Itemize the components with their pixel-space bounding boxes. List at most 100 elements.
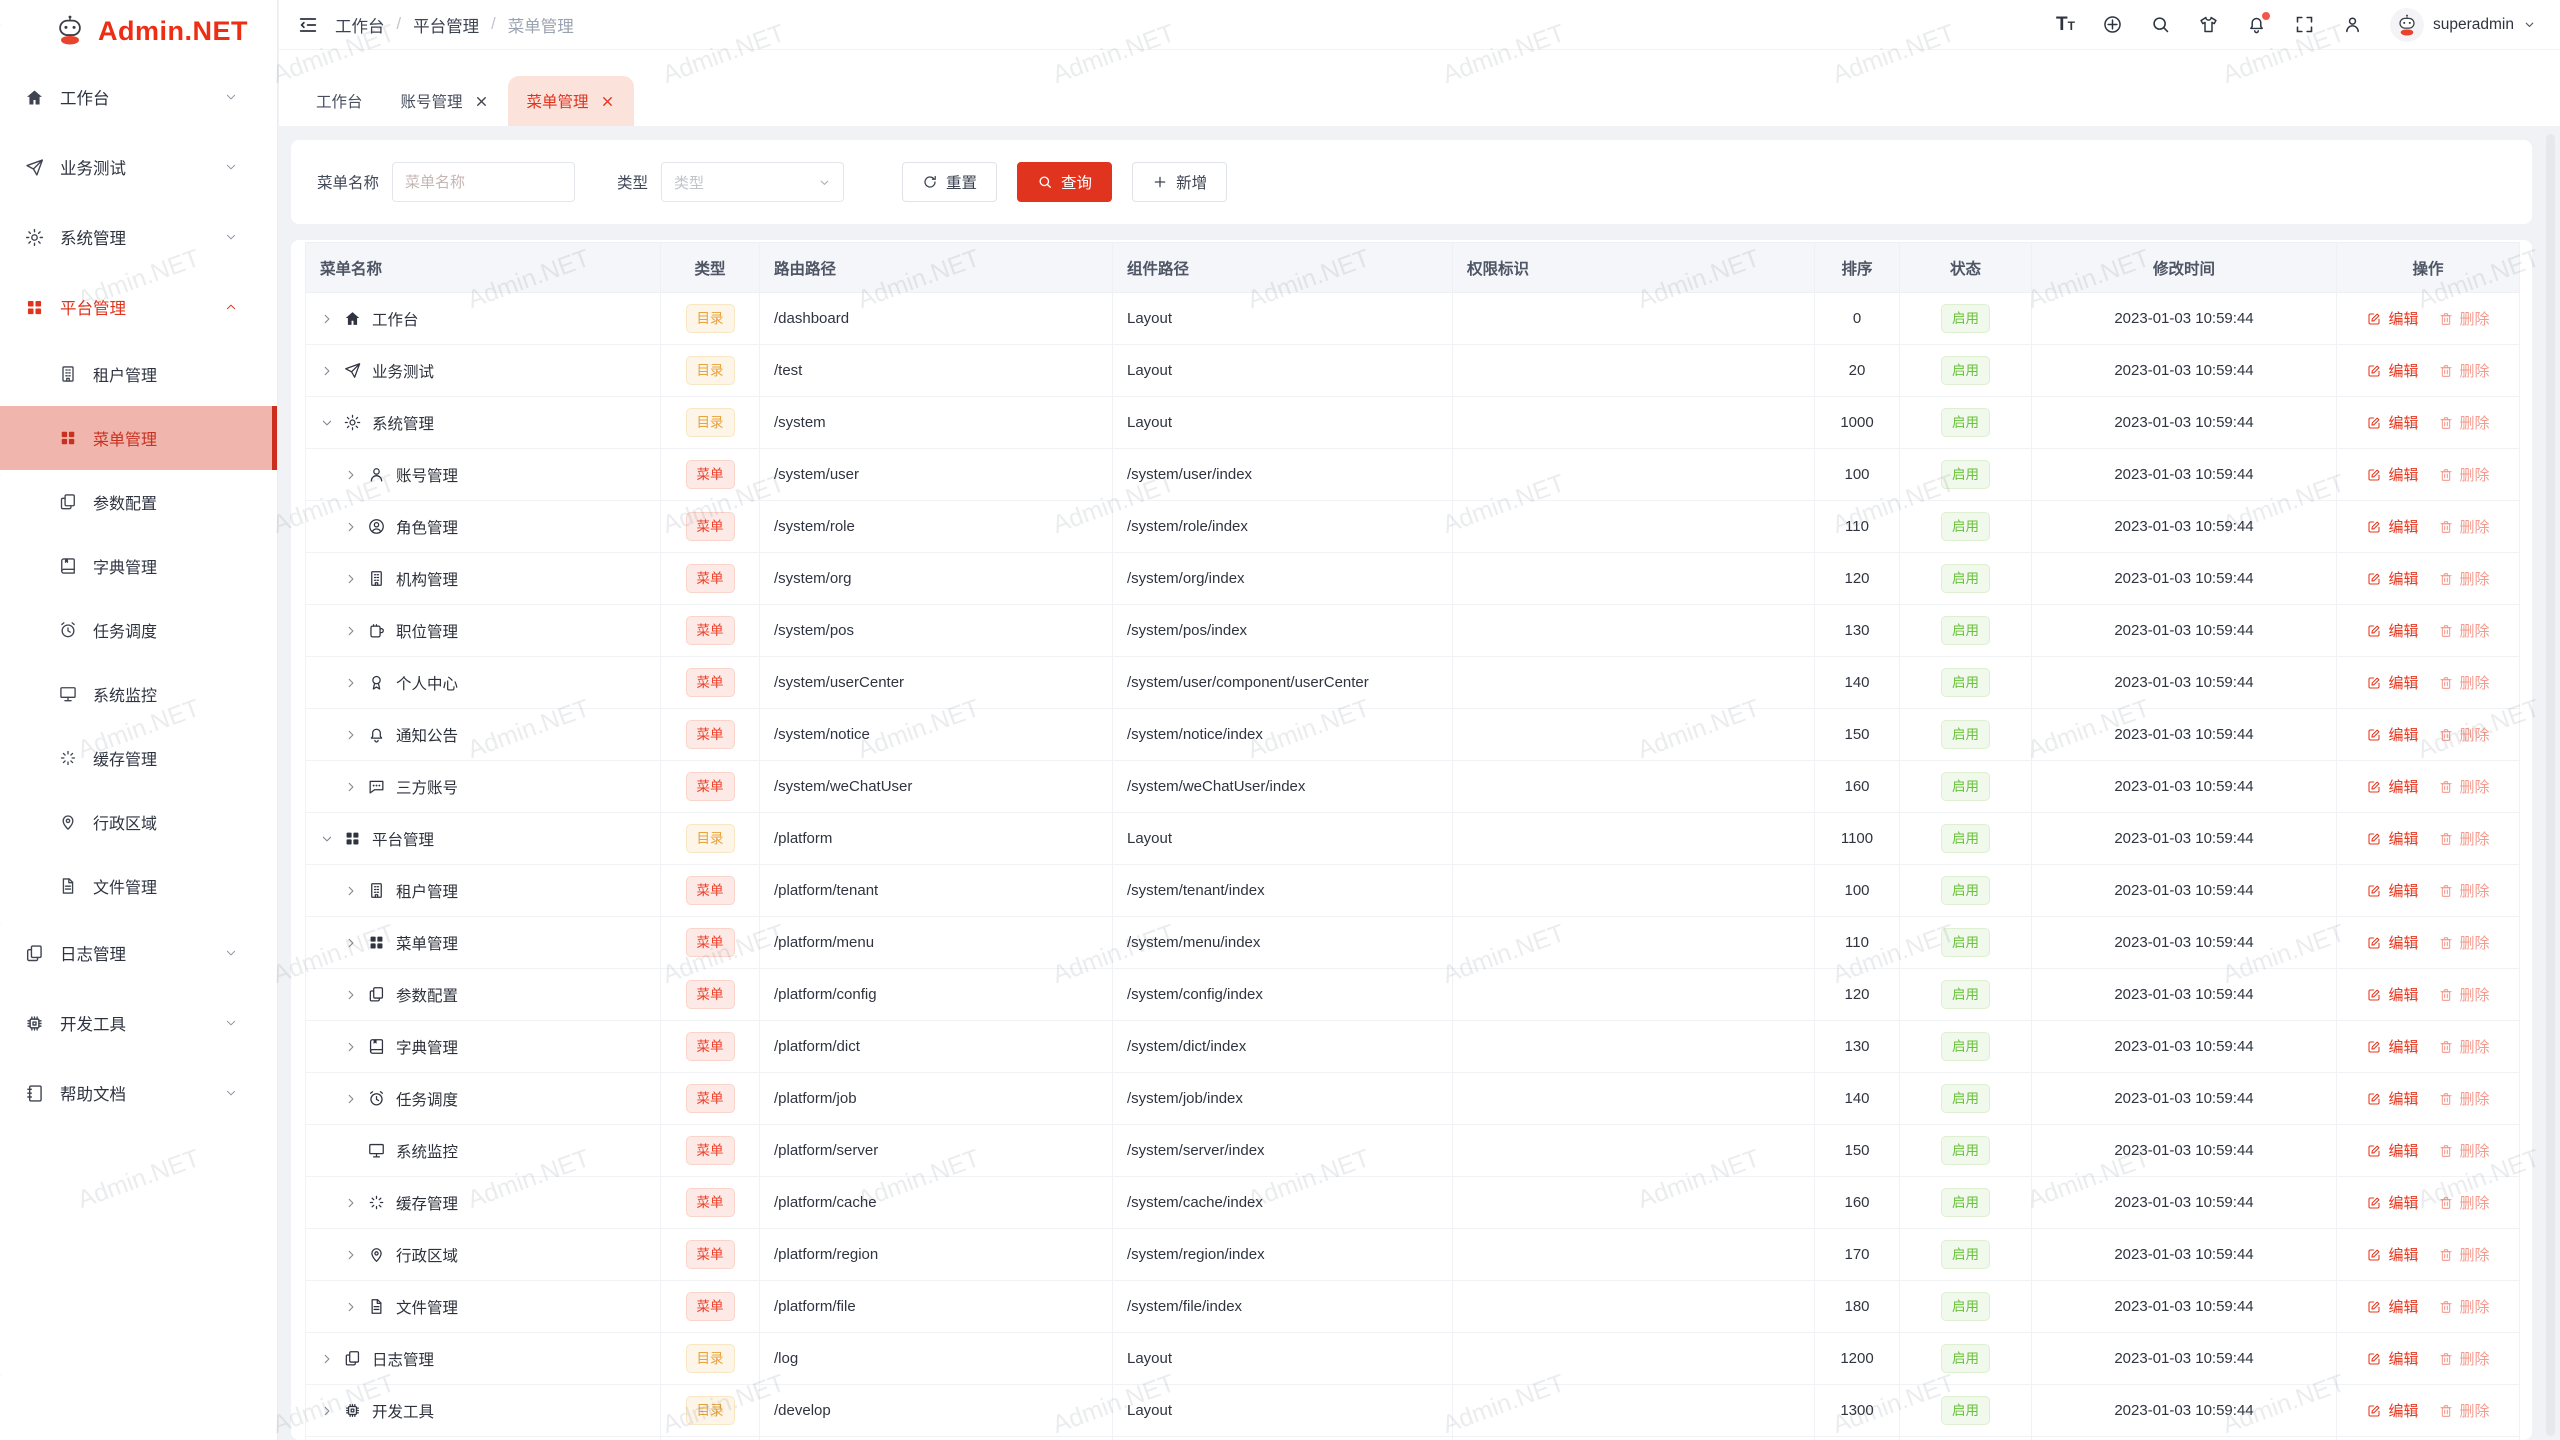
search-button[interactable]: 查询: [1017, 162, 1112, 202]
edit-button[interactable]: 编辑: [2366, 1296, 2418, 1317]
sidebar-subitem[interactable]: 行政区域: [0, 790, 277, 854]
expand-icon[interactable]: [320, 1352, 334, 1366]
sidebar-subitem[interactable]: 参数配置: [0, 470, 277, 534]
collapse-icon[interactable]: [320, 832, 334, 846]
edit-button[interactable]: 编辑: [2366, 1348, 2418, 1369]
sidebar-subitem[interactable]: 系统监控: [0, 662, 277, 726]
edit-button[interactable]: 编辑: [2366, 932, 2418, 953]
edit-button[interactable]: 编辑: [2366, 308, 2418, 329]
expand-icon[interactable]: [320, 1404, 334, 1418]
delete-button[interactable]: 删除: [2438, 932, 2490, 953]
expand-icon[interactable]: [344, 1300, 358, 1314]
edit-button[interactable]: 编辑: [2366, 464, 2418, 485]
delete-button[interactable]: 删除: [2438, 1296, 2490, 1317]
delete-button[interactable]: 删除: [2438, 1192, 2490, 1213]
expand-icon[interactable]: [344, 1040, 358, 1054]
expand-icon[interactable]: [320, 312, 334, 326]
edit-button[interactable]: 编辑: [2366, 880, 2418, 901]
expand-icon[interactable]: [344, 624, 358, 638]
expand-icon[interactable]: [344, 572, 358, 586]
expand-icon[interactable]: [344, 676, 358, 690]
language-icon[interactable]: [2102, 14, 2123, 35]
tab-close-icon[interactable]: [474, 94, 489, 109]
sidebar-item[interactable]: 工作台: [0, 62, 277, 132]
sidebar-subitem[interactable]: 文件管理: [0, 854, 277, 918]
edit-button[interactable]: 编辑: [2366, 360, 2418, 381]
edit-button[interactable]: 编辑: [2366, 1192, 2418, 1213]
edit-button[interactable]: 编辑: [2366, 672, 2418, 693]
sidebar-item[interactable]: 系统管理: [0, 202, 277, 272]
sidebar-item[interactable]: 平台管理: [0, 272, 277, 342]
breadcrumb-workbench[interactable]: 工作台: [335, 13, 385, 37]
delete-button[interactable]: 删除: [2438, 1088, 2490, 1109]
edit-button[interactable]: 编辑: [2366, 1244, 2418, 1265]
tab[interactable]: 账号管理: [382, 76, 508, 126]
edit-button[interactable]: 编辑: [2366, 568, 2418, 589]
delete-button[interactable]: 删除: [2438, 1348, 2490, 1369]
notification-icon[interactable]: [2246, 14, 2267, 35]
theme-icon[interactable]: [2198, 14, 2219, 35]
delete-button[interactable]: 删除: [2438, 464, 2490, 485]
edit-button[interactable]: 编辑: [2366, 412, 2418, 433]
expand-icon[interactable]: [344, 780, 358, 794]
expand-icon[interactable]: [344, 988, 358, 1002]
sidebar-subitem[interactable]: 字典管理: [0, 534, 277, 598]
delete-button[interactable]: 删除: [2438, 620, 2490, 641]
edit-button[interactable]: 编辑: [2366, 776, 2418, 797]
reset-button[interactable]: 重置: [902, 162, 997, 202]
add-button[interactable]: 新增: [1132, 162, 1227, 202]
delete-button[interactable]: 删除: [2438, 776, 2490, 797]
delete-button[interactable]: 删除: [2438, 880, 2490, 901]
delete-button[interactable]: 删除: [2438, 1036, 2490, 1057]
expand-icon[interactable]: [320, 364, 334, 378]
menu-name-input[interactable]: [392, 162, 575, 202]
expand-icon[interactable]: [344, 468, 358, 482]
expand-icon[interactable]: [344, 520, 358, 534]
delete-button[interactable]: 删除: [2438, 1400, 2490, 1421]
sidebar-item[interactable]: 帮助文档: [0, 1058, 277, 1128]
delete-button[interactable]: 删除: [2438, 516, 2490, 537]
sidebar-item[interactable]: 业务测试: [0, 132, 277, 202]
edit-button[interactable]: 编辑: [2366, 620, 2418, 641]
sidebar-subitem[interactable]: 缓存管理: [0, 726, 277, 790]
edit-button[interactable]: 编辑: [2366, 1140, 2418, 1161]
scrollbar-thumb[interactable]: [2546, 134, 2555, 1436]
delete-button[interactable]: 删除: [2438, 672, 2490, 693]
edit-button[interactable]: 编辑: [2366, 1088, 2418, 1109]
delete-button[interactable]: 删除: [2438, 724, 2490, 745]
sidebar-subitem[interactable]: 任务调度: [0, 598, 277, 662]
sidebar-item[interactable]: 日志管理: [0, 918, 277, 988]
expand-icon[interactable]: [344, 728, 358, 742]
sidebar-item[interactable]: 开发工具: [0, 988, 277, 1058]
expand-icon[interactable]: [344, 1092, 358, 1106]
edit-button[interactable]: 编辑: [2366, 984, 2418, 1005]
expand-icon[interactable]: [344, 884, 358, 898]
sidebar-subitem[interactable]: 菜单管理: [0, 406, 277, 470]
tab-close-icon[interactable]: [600, 94, 615, 109]
app-logo[interactable]: Admin.NET: [0, 0, 277, 62]
delete-button[interactable]: 删除: [2438, 1140, 2490, 1161]
type-select[interactable]: 类型: [661, 162, 844, 202]
edit-button[interactable]: 编辑: [2366, 516, 2418, 537]
delete-button[interactable]: 删除: [2438, 360, 2490, 381]
profile-icon[interactable]: [2342, 14, 2363, 35]
menu-fold-icon[interactable]: [297, 14, 319, 36]
edit-button[interactable]: 编辑: [2366, 828, 2418, 849]
sidebar-subitem[interactable]: 租户管理: [0, 342, 277, 406]
expand-icon[interactable]: [344, 1248, 358, 1262]
delete-button[interactable]: 删除: [2438, 1244, 2490, 1265]
font-size-icon[interactable]: TT: [2056, 15, 2075, 34]
delete-button[interactable]: 删除: [2438, 568, 2490, 589]
delete-button[interactable]: 删除: [2438, 412, 2490, 433]
edit-button[interactable]: 编辑: [2366, 1400, 2418, 1421]
collapse-icon[interactable]: [320, 416, 334, 430]
search-icon[interactable]: [2150, 14, 2171, 35]
fullscreen-icon[interactable]: [2294, 14, 2315, 35]
tab[interactable]: 菜单管理: [508, 76, 634, 126]
edit-button[interactable]: 编辑: [2366, 1036, 2418, 1057]
user-menu[interactable]: superadmin: [2390, 8, 2536, 42]
delete-button[interactable]: 删除: [2438, 308, 2490, 329]
edit-button[interactable]: 编辑: [2366, 724, 2418, 745]
expand-icon[interactable]: [344, 1196, 358, 1210]
delete-button[interactable]: 删除: [2438, 984, 2490, 1005]
